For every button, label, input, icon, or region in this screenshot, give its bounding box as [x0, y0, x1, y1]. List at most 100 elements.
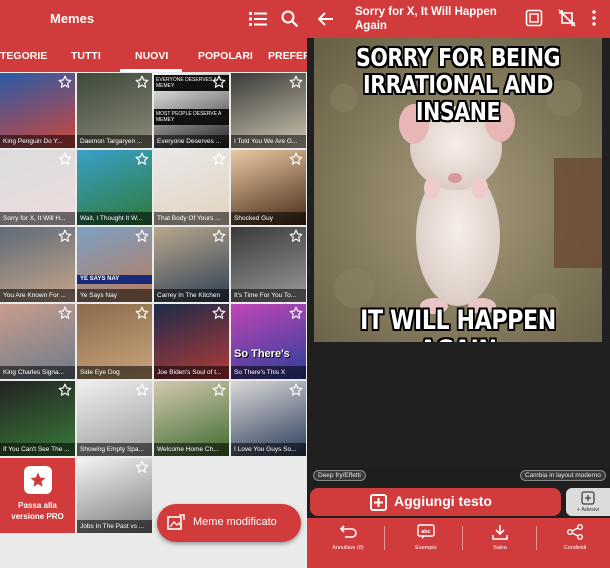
share-button[interactable]: Condividi	[540, 522, 610, 562]
app-title: Memes	[50, 11, 95, 26]
sticker-label: + Adesivi	[576, 507, 600, 513]
add-text-button[interactable]: Aggiungi testo	[310, 488, 561, 516]
favorite-star-icon[interactable]	[58, 229, 72, 243]
tab-preferiti[interactable]: PREFERI	[268, 50, 307, 62]
save-button[interactable]: Salva	[465, 522, 535, 562]
favorite-star-icon[interactable]	[289, 75, 303, 89]
meme-tile-caption: Ye Says Nay	[77, 289, 152, 302]
favorite-star-icon[interactable]	[135, 383, 149, 397]
list-view-icon[interactable]	[248, 9, 268, 29]
tab-categorie[interactable]: TEGORIE	[0, 50, 47, 62]
favorite-star-icon[interactable]	[212, 306, 226, 320]
favorite-star-icon[interactable]	[135, 75, 149, 89]
meme-tile-caption: You Are Known For ...	[0, 289, 75, 302]
undo-icon	[339, 525, 357, 538]
back-arrow-icon[interactable]	[317, 11, 334, 27]
deep-fry-effects-button[interactable]: Deep fry/Effetti	[313, 470, 366, 481]
favorite-star-icon[interactable]	[289, 306, 303, 320]
favorite-star-icon[interactable]	[135, 306, 149, 320]
undo-button[interactable]: Annullare (8)	[313, 522, 383, 562]
meme-tile[interactable]: King Charles Signa...	[0, 304, 75, 379]
meme-tile[interactable]: Welcome Home Ch...	[154, 381, 229, 456]
frame-icon[interactable]	[525, 9, 543, 27]
meme-bottom-text[interactable]: IT WILL HAPPEN AGAIN	[340, 306, 576, 343]
favorite-star-icon[interactable]	[58, 383, 72, 397]
meme-browser: Memes TEGORIE TUTTI NUOVI POPOLARI PREFE…	[0, 0, 307, 568]
save-label: Salva	[493, 545, 507, 551]
meme-tile[interactable]: King Penguin Do Y...	[0, 73, 75, 148]
favorite-star-icon[interactable]	[135, 152, 149, 166]
meme-tile[interactable]: Carrey In The Kitchen	[154, 227, 229, 302]
meme-tile[interactable]: You Are Known For ...	[0, 227, 75, 302]
meme-title: Sorry for X, It Will Happen Again	[355, 6, 497, 32]
tile-banner-text: YE SAYS NAY	[77, 275, 152, 284]
edited-meme-button[interactable]: Meme modificato	[157, 504, 301, 542]
meme-tile[interactable]: Daemon Targaryen ...	[77, 73, 152, 148]
meme-tile[interactable]: Wait, I Thought It W...	[77, 150, 152, 225]
meme-tile-caption: I Told You We Are G...	[231, 135, 306, 148]
meme-tile[interactable]: Joe Biden's Soul of t...	[154, 304, 229, 379]
tab-tutti[interactable]: TUTTI	[71, 50, 101, 62]
meme-tile-caption: Sorry for X, It Will H...	[0, 212, 75, 225]
favorite-star-icon[interactable]	[58, 75, 72, 89]
meme-tile-caption: Daemon Targaryen ...	[77, 135, 152, 148]
favorite-star-icon[interactable]	[135, 229, 149, 243]
meme-preview[interactable]: SORRY FOR BEING IRRATIONAL AND INSANE IT…	[314, 38, 602, 342]
share-icon	[567, 524, 583, 540]
pro-upgrade-tile[interactable]: Passa alla versione PRO	[0, 458, 75, 533]
edited-meme-label: Meme modificato	[193, 516, 277, 528]
meme-tile-caption: Jobs In The Past vs ...	[77, 520, 152, 533]
meme-tile[interactable]: I Told You We Are G...	[231, 73, 306, 148]
meme-tile-caption: Joe Biden's Soul of t...	[154, 366, 229, 379]
modern-layout-button[interactable]: Cambia in layout moderno	[520, 470, 606, 481]
favorite-star-icon[interactable]	[212, 75, 226, 89]
meme-tile[interactable]: That Body Of Yours ...	[154, 150, 229, 225]
favorite-star-icon[interactable]	[289, 152, 303, 166]
meme-top-line-1: SORRY FOR BEING	[355, 43, 561, 72]
favorite-star-icon[interactable]	[289, 383, 303, 397]
favorite-star-icon[interactable]	[212, 152, 226, 166]
meme-tile-caption: Everyone Deserves ...	[154, 135, 229, 148]
example-button[interactable]: abc Esempio	[391, 522, 461, 562]
meme-tile[interactable]: It's Time For You To...	[231, 227, 306, 302]
meme-tile[interactable]: Showing Empty Spa...	[77, 381, 152, 456]
undo-label: Annullare (8)	[332, 545, 364, 551]
meme-tile-caption: Shocked Guy	[231, 212, 306, 225]
screen: Memes TEGORIE TUTTI NUOVI POPOLARI PREFE…	[0, 0, 610, 568]
meme-tile[interactable]: If You Can't See The ...	[0, 381, 75, 456]
meme-tile[interactable]: So There's So There's This X	[231, 304, 306, 379]
favorite-star-icon[interactable]	[212, 383, 226, 397]
add-text-label: Aggiungi testo	[394, 493, 492, 509]
meme-tile[interactable]: Jobs In The Past vs ...	[77, 458, 152, 533]
meme-tile-caption: So There's This X	[231, 366, 306, 379]
more-options-icon[interactable]	[591, 9, 599, 27]
favorite-star-icon[interactable]	[212, 229, 226, 243]
example-label: Esempio	[415, 545, 437, 551]
meme-tile[interactable]: I Love You Guys So...	[231, 381, 306, 456]
meme-top-line-2: IRRATIONAL AND INSANE	[362, 70, 554, 126]
meme-tile-caption: Wait, I Thought It W...	[77, 212, 152, 225]
tab-nuovi[interactable]: NUOVI	[135, 50, 168, 62]
meme-tile[interactable]: Sorry for X, It Will H...	[0, 150, 75, 225]
active-tab-indicator	[120, 69, 182, 72]
star-badge-icon	[24, 466, 52, 494]
meme-tile[interactable]: EVERYONE DESERVES A MEMEY MOST PEOPLE DES…	[154, 73, 229, 148]
meme-editor: Sorry for X, It Will Happen Again SORRY …	[307, 0, 610, 568]
crop-off-icon[interactable]	[558, 9, 576, 27]
meme-tile[interactable]: YE SAYS NAY Ye Says Nay	[77, 227, 152, 302]
app-header: Memes TEGORIE TUTTI NUOVI POPOLARI PREFE…	[0, 0, 307, 72]
meme-tile[interactable]: Shocked Guy	[231, 150, 306, 225]
meme-tile[interactable]: Side Eye Dog	[77, 304, 152, 379]
meme-tile-caption: I Love You Guys So...	[231, 443, 306, 456]
tab-popolari[interactable]: POPOLARI	[198, 50, 253, 62]
abc-icon: abc	[417, 524, 435, 539]
add-sticker-button[interactable]: + Adesivi	[566, 488, 610, 516]
meme-top-text[interactable]: SORRY FOR BEING IRRATIONAL AND INSANE	[340, 44, 576, 125]
favorite-star-icon[interactable]	[58, 306, 72, 320]
divider	[384, 526, 385, 550]
search-icon[interactable]	[280, 9, 300, 29]
favorite-star-icon[interactable]	[58, 152, 72, 166]
favorite-star-icon[interactable]	[289, 229, 303, 243]
favorite-star-icon[interactable]	[135, 460, 149, 474]
meme-tile-caption: Carrey In The Kitchen	[154, 289, 229, 302]
